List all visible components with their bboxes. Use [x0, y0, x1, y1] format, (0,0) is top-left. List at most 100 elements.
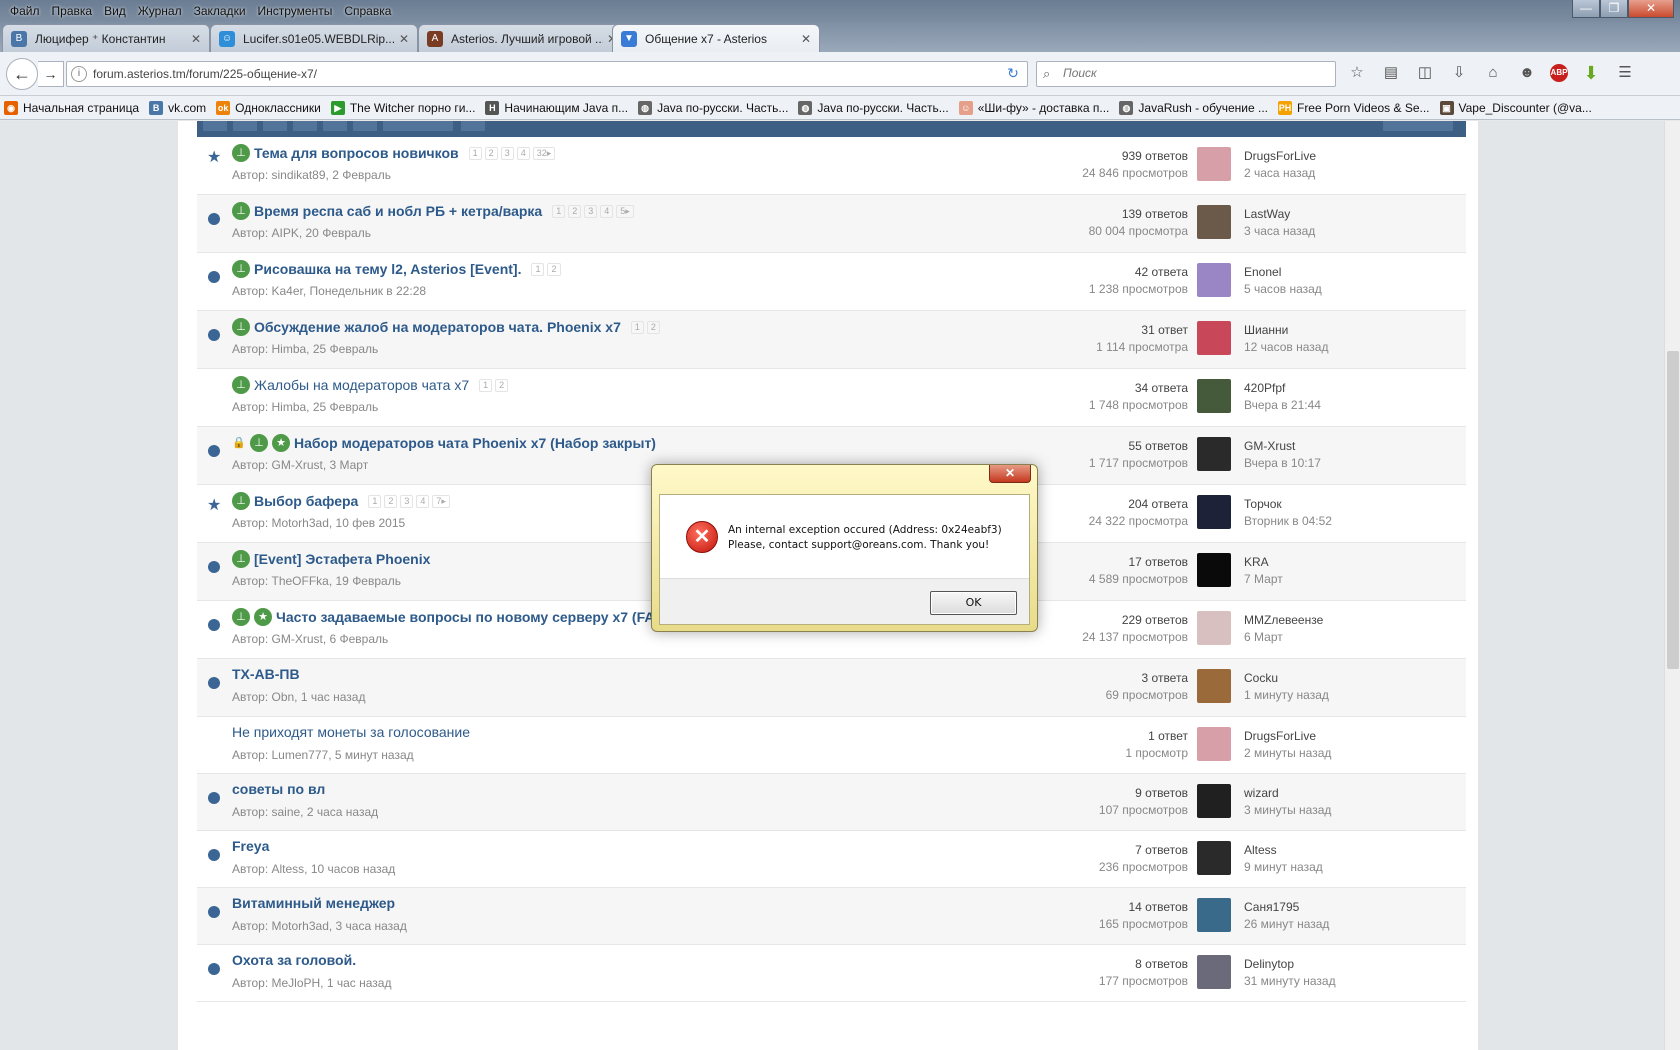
last-post-user[interactable]: Altess	[1244, 842, 1323, 859]
avatar[interactable]	[1197, 321, 1231, 355]
dialog-close-button[interactable]: ✕	[989, 465, 1031, 483]
pocket-icon[interactable]: ◫	[1414, 62, 1436, 84]
avatar[interactable]	[1197, 379, 1231, 413]
tab-close-icon[interactable]: ✕	[399, 32, 409, 46]
bookmark-item[interactable]: ▶ The Witcher порно ги...	[330, 100, 475, 115]
topic-title-link[interactable]: советы по вл	[232, 781, 325, 797]
maximize-button[interactable]: ❐	[1600, 0, 1628, 18]
page-link[interactable]: 3	[400, 494, 414, 508]
avatar[interactable]	[1197, 898, 1231, 932]
header-tab[interactable]	[353, 121, 377, 131]
browser-tab[interactable]: ☺ Lucifer.s01e05.WEBDLRip.... ✕	[210, 24, 418, 52]
last-post-time[interactable]: 12 часов назад	[1244, 339, 1328, 356]
page-link[interactable]: 2	[384, 494, 398, 508]
last-post-time[interactable]: 2 часа назад	[1244, 165, 1316, 182]
page-scrollbar[interactable]	[1664, 121, 1680, 1050]
header-tab[interactable]	[263, 121, 287, 131]
browser-tab[interactable]: AAsterios. Лучший игровой ...✕	[418, 24, 626, 52]
reading-list-icon[interactable]: ▤	[1380, 62, 1402, 84]
tab-close-icon[interactable]: ✕	[191, 32, 201, 46]
avatar[interactable]	[1197, 784, 1231, 818]
bookmark-item[interactable]: ▣ Vape_Discounter (@va...	[1439, 100, 1592, 115]
last-post-time[interactable]: Вчера в 10:17	[1244, 455, 1321, 472]
page-link[interactable]: 7▸	[432, 494, 450, 508]
search-box[interactable]: ⌕	[1036, 61, 1336, 87]
window-close-button[interactable]: ✕	[1628, 0, 1674, 18]
last-post-user[interactable]: GM-Xrust	[1244, 438, 1321, 455]
page-link[interactable]: 1	[630, 320, 644, 334]
last-post-time[interactable]: 3 минуты назад	[1244, 802, 1331, 819]
page-link[interactable]: 4	[516, 146, 530, 160]
ok-button[interactable]: OK	[930, 591, 1017, 615]
bookmark-item[interactable]: Bvk.com	[149, 100, 206, 115]
last-post-user[interactable]: wizard	[1244, 785, 1331, 802]
last-post-user[interactable]: Саня1795	[1244, 899, 1329, 916]
last-post-time[interactable]: 9 минут назад	[1244, 859, 1323, 876]
topic-title-link[interactable]: Витаминный менеджер	[232, 895, 395, 911]
tab-close-icon[interactable]: ✕	[801, 32, 811, 46]
last-post-time[interactable]: 2 минуты назад	[1244, 745, 1331, 762]
page-link[interactable]: 1	[531, 262, 545, 276]
avatar[interactable]	[1197, 669, 1231, 703]
last-post-user[interactable]: Шианни	[1244, 322, 1328, 339]
bookmark-item[interactable]: ok Одноклассники	[216, 100, 321, 115]
menu-item[interactable]: Файл	[4, 2, 46, 20]
adblock-icon[interactable]: ABP	[1550, 64, 1568, 82]
browser-tab[interactable]: ▼ Общение x7 - Asterios ✕	[612, 24, 820, 52]
topic-title-link[interactable]: Freya	[232, 838, 269, 854]
url-bar[interactable]: i forum.asterios.tm/forum/225-общение-x7…	[66, 61, 1028, 87]
topic-title-link[interactable]: Жалобы на модераторов чата x7	[254, 377, 469, 393]
header-tab[interactable]	[233, 121, 257, 131]
header-tab[interactable]	[383, 121, 453, 131]
last-post-user[interactable]: 420Pfpf	[1244, 380, 1321, 397]
topic-title-link[interactable]: Тема для вопросов новичков	[254, 145, 459, 161]
last-post-time[interactable]: Вторник в 04:52	[1244, 513, 1332, 530]
chat-icon[interactable]: ☻	[1516, 62, 1538, 84]
last-post-time[interactable]: 7 Март	[1244, 571, 1283, 588]
page-link[interactable]: 2	[495, 378, 509, 392]
avatar[interactable]	[1197, 205, 1231, 239]
page-link[interactable]: 1	[468, 146, 482, 160]
avatar[interactable]	[1197, 495, 1231, 529]
topic-title-link[interactable]: Охота за головой.	[232, 952, 356, 968]
avatar[interactable]	[1197, 955, 1231, 989]
menu-item[interactable]: Журнал	[132, 2, 188, 20]
topic-title-link[interactable]: Не приходят монеты за голосование	[232, 724, 470, 740]
avatar[interactable]	[1197, 147, 1231, 181]
last-post-time[interactable]: 31 минуту назад	[1244, 973, 1336, 990]
page-link[interactable]: 3	[584, 204, 598, 218]
page-link[interactable]: 1	[368, 494, 382, 508]
menu-item[interactable]: Вид	[98, 2, 132, 20]
menu-item[interactable]: Правка	[46, 2, 99, 20]
last-post-user[interactable]: Торчок	[1244, 496, 1332, 513]
last-post-user[interactable]: Enonel	[1244, 264, 1322, 281]
header-tab[interactable]	[1383, 121, 1453, 131]
search-input[interactable]	[1063, 66, 1323, 80]
header-tab[interactable]	[323, 121, 347, 131]
minimize-button[interactable]: —	[1572, 0, 1600, 18]
menu-item[interactable]: Закладки	[188, 2, 252, 20]
page-link[interactable]: 2	[484, 146, 498, 160]
avatar[interactable]	[1197, 553, 1231, 587]
back-button[interactable]: ←	[6, 58, 38, 90]
topic-title-link[interactable]: Обсуждение жалоб на модераторов чата. Ph…	[254, 319, 621, 335]
last-post-user[interactable]: Cocku	[1244, 670, 1329, 687]
page-link[interactable]: 1	[552, 204, 566, 218]
last-post-time[interactable]: 6 Март	[1244, 629, 1323, 646]
avatar[interactable]	[1197, 611, 1231, 645]
download-helper-icon[interactable]: ⬇	[1580, 62, 1602, 84]
page-link[interactable]: 2	[646, 320, 660, 334]
bookmark-item[interactable]: ☺ «Ши-фу» - доставка п...	[958, 100, 1109, 115]
bookmark-item[interactable]: PH Free Porn Videos & Se...	[1277, 100, 1430, 115]
page-link[interactable]: 3	[500, 146, 514, 160]
last-post-user[interactable]: DrugsForLive	[1244, 728, 1331, 745]
last-post-time[interactable]: 1 минуту назад	[1244, 687, 1329, 704]
avatar[interactable]	[1197, 437, 1231, 471]
browser-tab[interactable]: B Люцифер ⁺ Константин ✕	[2, 24, 210, 52]
last-post-user[interactable]: DrugsForLive	[1244, 148, 1316, 165]
topic-title-link[interactable]: Набор модераторов чата Phoenix x7 (Набор…	[294, 435, 656, 451]
topic-title-link[interactable]: Часто задаваемые вопросы по новому серве…	[276, 609, 670, 625]
last-post-user[interactable]: LastWay	[1244, 206, 1315, 223]
page-link[interactable]: 1	[479, 378, 493, 392]
avatar[interactable]	[1197, 727, 1231, 761]
